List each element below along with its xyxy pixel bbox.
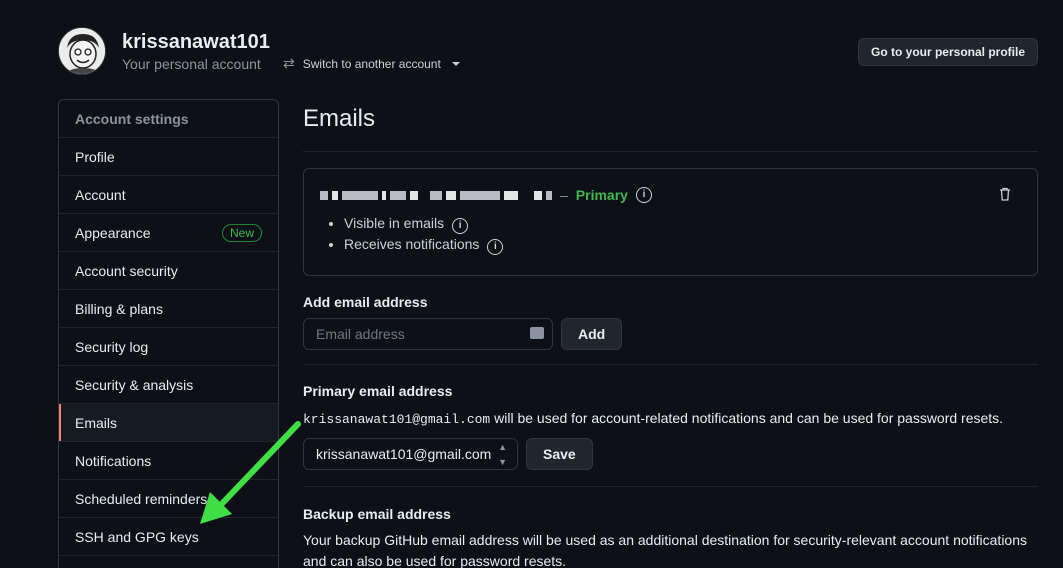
sidebar-item-appearance[interactable]: Appearance New (59, 214, 278, 252)
switch-account-label: Switch to another account (302, 56, 441, 71)
sidebar-heading: Account settings (59, 100, 278, 138)
primary-label: Primary (575, 187, 628, 203)
page-title: Emails (303, 99, 1038, 152)
info-icon[interactable]: i (452, 218, 469, 234)
sidebar-item-scheduled-reminders[interactable]: Scheduled reminders (59, 480, 278, 518)
sidebar-item-label: Appearance (75, 225, 151, 241)
add-email-button[interactable]: Add (561, 318, 623, 350)
sidebar-item-profile[interactable]: Profile (59, 138, 278, 176)
settings-sidebar: Account settings Profile Account Appeara… (58, 99, 279, 568)
primary-email-value: krissanawat101@gmail.com (303, 412, 491, 427)
email-address-input[interactable]: Email address (303, 318, 553, 350)
info-icon[interactable]: i (635, 187, 652, 203)
info-icon[interactable]: i (487, 239, 504, 255)
primary-email-card: – Primary i Visible in emailsi Receives … (303, 168, 1038, 276)
sidebar-item-emails[interactable]: Emails (59, 404, 278, 442)
avatar[interactable] (58, 27, 106, 75)
backup-email-description: Your backup GitHub email address will be… (303, 532, 1028, 568)
primary-email-select[interactable]: krissanawat101@gmail.com ▲ ▼ (303, 438, 518, 470)
go-to-profile-button[interactable]: Go to your personal profile (857, 38, 1038, 66)
primary-email-description: krissanawat101@gmail.com will be used fo… (303, 410, 1004, 427)
sidebar-item-security-log[interactable]: Security log (59, 328, 278, 366)
account-header: krissanawat101 Your personal account ⇄ S… (58, 27, 1038, 77)
sidebar-item-account-security[interactable]: Account security (59, 252, 278, 290)
email-properties-list: Visible in emailsi Receives notification… (320, 215, 1021, 257)
sidebar-item-notifications[interactable]: Notifications (59, 442, 278, 480)
caret-down-icon (451, 61, 460, 66)
separator: – (560, 187, 568, 203)
select-updown-icon: ▲ ▼ (498, 442, 507, 467)
switch-account-button[interactable]: ⇄ Switch to another account (283, 55, 460, 72)
username: krissanawat101 (122, 31, 270, 53)
list-item: Visible in emailsi (344, 215, 1021, 236)
switch-arrows-icon: ⇄ (283, 55, 295, 71)
backup-email-label: Backup email address (303, 506, 451, 522)
sidebar-item-account[interactable]: Account (59, 176, 278, 214)
account-subtitle: Your personal account (122, 56, 261, 72)
new-badge: New (221, 224, 262, 242)
sidebar-item-billing[interactable]: Billing & plans (59, 290, 278, 328)
autofill-icon (530, 327, 544, 339)
list-item: Receives notificationsi (344, 236, 1021, 257)
add-email-label: Add email address (303, 294, 428, 310)
emails-panel: Emails – Primary i Visible in email (303, 99, 1038, 568)
sidebar-item-security-analysis[interactable]: Security & analysis (59, 366, 278, 404)
sidebar-item-ssh-gpg-keys[interactable]: SSH and GPG keys (59, 518, 278, 556)
trash-icon[interactable] (999, 187, 1011, 201)
primary-email-label: Primary email address (303, 383, 453, 399)
save-primary-email-button[interactable]: Save (526, 438, 593, 470)
redacted-email (320, 190, 552, 200)
